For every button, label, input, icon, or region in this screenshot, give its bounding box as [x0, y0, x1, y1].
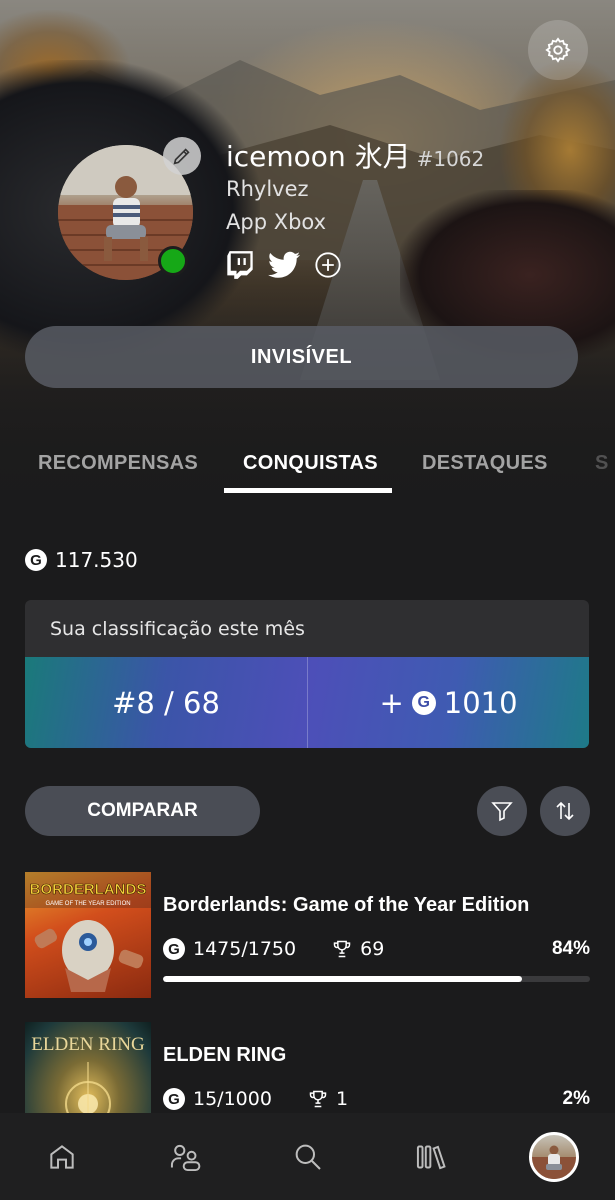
profile-tabs: RECOMPENSAS CONQUISTAS DESTAQUES S: [0, 440, 615, 500]
gamerscore-icon: G: [25, 549, 47, 571]
settings-button[interactable]: [528, 20, 588, 80]
filter-icon: [491, 802, 513, 822]
nav-home[interactable]: [0, 1113, 123, 1200]
gamerscore-icon: G: [163, 1088, 185, 1110]
compare-button[interactable]: COMPARAR: [25, 786, 260, 836]
game-trophies: 69: [360, 938, 385, 960]
ranking-position-value: #8 / 68: [112, 685, 220, 720]
game-trophies: 1: [335, 1088, 349, 1110]
tab-next-partial[interactable]: S: [595, 452, 609, 475]
tab-achievements[interactable]: CONQUISTAS: [243, 452, 378, 475]
ranking-gain-prefix: +: [379, 685, 404, 720]
add-link-icon[interactable]: [314, 251, 342, 279]
trophy-icon: [308, 1089, 328, 1109]
cover-title: BORDERLANDS: [30, 881, 147, 898]
nav-profile-avatar: [528, 1131, 579, 1182]
tab-highlights[interactable]: DESTAQUES: [422, 452, 548, 475]
bottom-navigation: [0, 1113, 615, 1200]
filter-button[interactable]: [477, 786, 527, 836]
trophy-icon: [332, 939, 352, 959]
nav-library[interactable]: [369, 1113, 492, 1200]
cover-title: ELDEN RING: [31, 1034, 145, 1055]
game-gamerscore: 1475/1750: [193, 938, 297, 960]
ranking-gain: + G 1010: [307, 657, 589, 748]
ranking-body: #8 / 68 + G 1010: [25, 657, 589, 748]
game-progress-fill: [163, 976, 522, 982]
ranking-heading: Sua classificação este mês: [50, 618, 305, 640]
ranking-position: #8 / 68: [25, 657, 307, 748]
game-list-item[interactable]: BORDERLANDS GAME OF THE YEAR EDITION Bor…: [25, 872, 590, 998]
online-status-indicator: [158, 246, 188, 276]
library-icon: [416, 1145, 446, 1169]
gamertag: icemoon 氷月 #1062: [226, 135, 484, 175]
twitch-icon[interactable]: [226, 250, 254, 280]
social-icon: [170, 1144, 200, 1171]
game-progress-bar: [163, 976, 590, 982]
edit-profile-button[interactable]: [163, 137, 201, 175]
cover-subtitle: GAME OF THE YEAR EDITION: [45, 901, 130, 907]
game-percent: 84%: [551, 938, 590, 959]
nav-social[interactable]: [123, 1113, 246, 1200]
game-title: ELDEN RING: [163, 1044, 287, 1066]
nav-avatar-illustration: [531, 1145, 576, 1179]
presence-button[interactable]: INVISÍVEL: [25, 326, 578, 388]
social-links: [226, 250, 342, 280]
borderlands-cover-art: BORDERLANDS GAME OF THE YEAR EDITION: [25, 872, 151, 992]
game-cover: BORDERLANDS GAME OF THE YEAR EDITION: [25, 872, 151, 998]
platform-label: App Xbox: [226, 210, 327, 234]
active-tab-indicator: [224, 488, 392, 493]
search-icon: [295, 1144, 321, 1170]
ranking-gain-value: 1010: [443, 685, 518, 720]
sort-icon: [556, 801, 574, 821]
gamerscore-total: G 117.530: [25, 548, 138, 572]
gear-icon: [545, 37, 571, 63]
gamerscore-icon: G: [163, 938, 185, 960]
nav-profile[interactable]: [492, 1113, 615, 1200]
nav-search[interactable]: [246, 1113, 369, 1200]
game-title: Borderlands: Game of the Year Edition: [163, 894, 530, 916]
gamertag-suffix: #1062: [416, 147, 485, 171]
game-percent: 2%: [562, 1088, 590, 1109]
real-name: Rhylvez: [226, 177, 309, 201]
pencil-icon: [173, 148, 190, 165]
gamerscore-icon: G: [411, 690, 436, 715]
gamerscore-value: 117.530: [55, 548, 138, 572]
twitter-icon[interactable]: [268, 251, 300, 279]
monthly-ranking-card[interactable]: Sua classificação este mês #8 / 68 + G 1…: [25, 600, 589, 748]
sort-button[interactable]: [540, 786, 590, 836]
game-stats: G 1475/1750 69 84%: [163, 935, 590, 963]
tab-rewards[interactable]: RECOMPENSAS: [38, 452, 198, 475]
gamertag-name: icemoon 氷月: [226, 140, 411, 173]
game-stats: G 15/1000 1 2%: [163, 1085, 590, 1113]
home-icon: [49, 1144, 74, 1169]
game-gamerscore: 15/1000: [193, 1088, 272, 1110]
